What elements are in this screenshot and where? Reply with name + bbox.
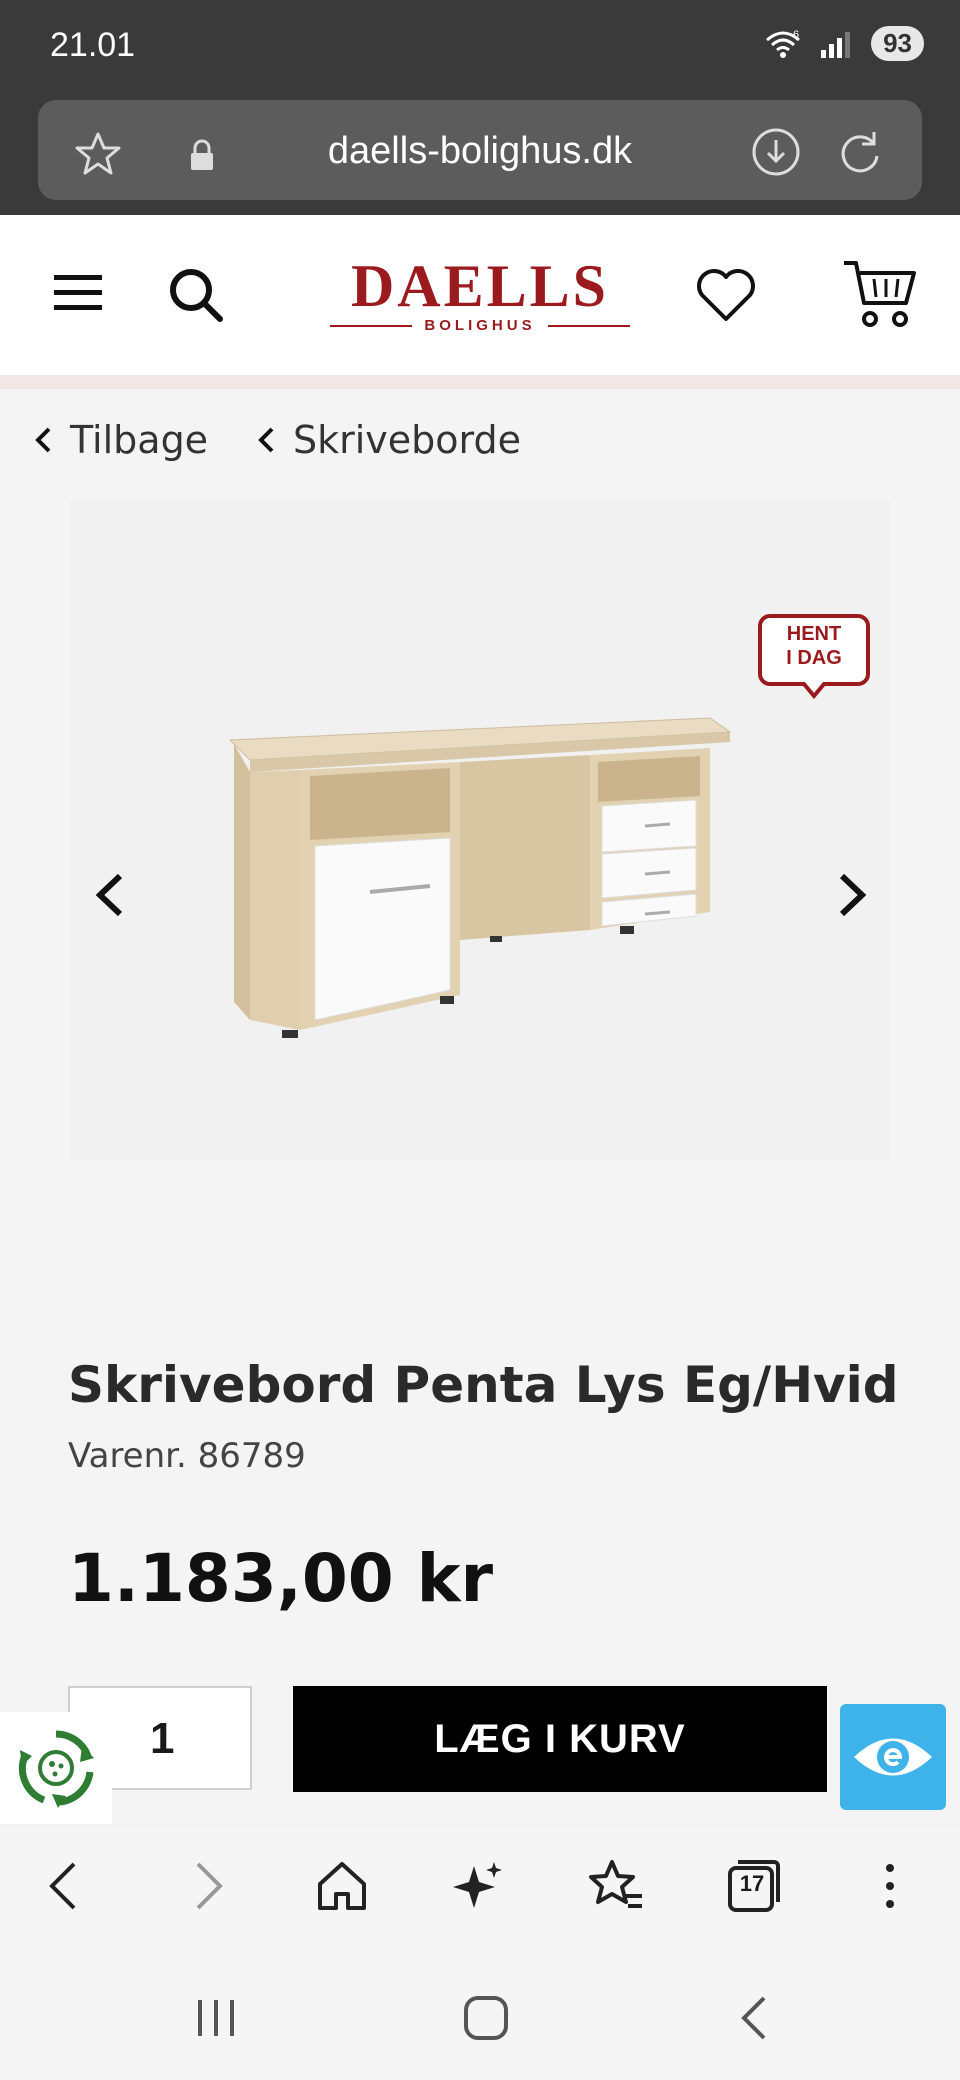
badge-line2: I DAG (786, 647, 842, 669)
search-icon[interactable] (166, 265, 226, 325)
logo-main-text: DAELLS (350, 253, 610, 319)
product-gallery[interactable]: HENT I DAG (70, 500, 890, 1160)
chevron-left-icon (35, 427, 51, 453)
logo-sub-text: BOLIGHUS (424, 317, 536, 334)
breadcrumb-category-link[interactable]: Skriveborde (255, 418, 521, 462)
breadcrumb: Tilbage Skriveborde (0, 418, 960, 468)
quantity-value[interactable]: 1 (150, 1714, 230, 1764)
cart-icon[interactable] (842, 257, 918, 331)
recycle-icon (18, 1730, 94, 1808)
more-options-icon[interactable] (860, 1856, 920, 1916)
battery-indicator: 93 (871, 26, 924, 61)
menu-icon[interactable] (52, 271, 104, 315)
system-nav-bar (0, 1950, 960, 2080)
breadcrumb-back-label: Tilbage (70, 418, 209, 462)
product-price: 1.183,00 kr (68, 1540, 494, 1617)
status-bar: 21.01 6 93 (0, 0, 960, 92)
logo-line-left (330, 324, 413, 327)
add-to-cart-button[interactable]: LÆG I KURV (293, 1686, 827, 1792)
browser-address-area: daells-bolighus.dk (0, 92, 960, 215)
status-time: 21.01 (50, 26, 136, 64)
eye-icon (854, 1738, 932, 1776)
bookmarks-icon[interactable] (586, 1856, 646, 1916)
tabs-button[interactable]: 17 (722, 1856, 782, 1916)
badge-line1: HENT (786, 623, 842, 645)
header-divider (0, 375, 960, 389)
reload-icon[interactable] (834, 126, 886, 178)
logo-line-right (547, 324, 631, 327)
heart-icon[interactable] (694, 265, 758, 325)
home-nav-icon[interactable] (456, 1990, 516, 2046)
gallery-next-icon[interactable] (832, 870, 872, 920)
back-nav-icon[interactable] (726, 1990, 786, 2046)
chevron-left-icon (258, 427, 274, 453)
download-icon[interactable] (750, 126, 802, 178)
address-bar[interactable]: daells-bolighus.dk (38, 100, 922, 200)
signal-icon (821, 31, 851, 58)
logo-sub-row: BOLIGHUS (330, 317, 631, 334)
product-image-desk (228, 717, 732, 1038)
product-title: Skrivebord Penta Lys Eg/Hvid (68, 1356, 899, 1414)
accessibility-widget[interactable] (840, 1704, 946, 1810)
recent-apps-icon[interactable] (186, 1990, 246, 2046)
recycle-widget[interactable] (0, 1712, 112, 1824)
status-icons: 6 93 (763, 26, 924, 61)
gallery-prev-icon[interactable] (90, 870, 130, 920)
ai-sparkle-icon[interactable] (448, 1856, 508, 1916)
breadcrumb-back-link[interactable]: Tilbage (32, 418, 208, 462)
back-arrow-icon[interactable] (36, 1856, 96, 1916)
product-sku: Varenr. 86789 (68, 1436, 306, 1476)
site-logo[interactable]: DAELLS BOLIGHUS (330, 253, 631, 345)
pickup-today-badge: HENT I DAG (758, 612, 870, 702)
breadcrumb-category-label: Skriveborde (293, 418, 521, 462)
home-icon[interactable] (312, 1856, 372, 1916)
wifi-badge: 6 (793, 29, 799, 41)
browser-toolbar: 17 (0, 1826, 960, 1950)
wifi-icon: 6 (766, 29, 801, 58)
site-header: DAELLS BOLIGHUS (0, 215, 960, 375)
badge-text: HENT I DAG (758, 622, 870, 670)
tabs-count: 17 (739, 1871, 765, 1896)
forward-arrow-icon[interactable] (176, 1856, 236, 1916)
